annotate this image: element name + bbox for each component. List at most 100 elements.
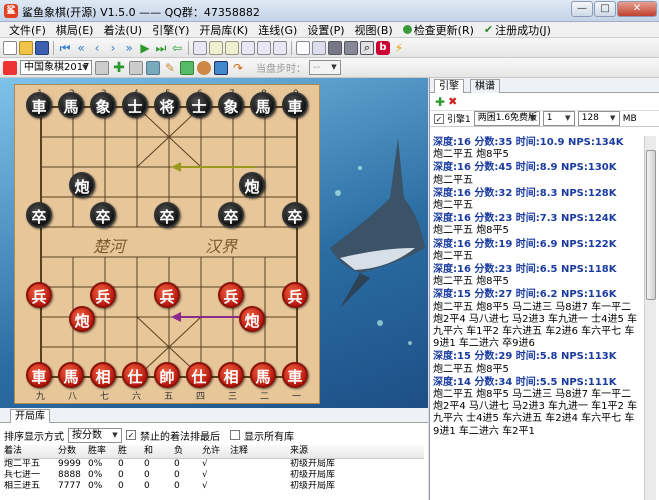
black-horse[interactable]: 馬 [250, 92, 276, 118]
menu-registered[interactable]: ✔ 注册成功(J) [479, 22, 556, 38]
forward-many-icon[interactable]: » [122, 41, 136, 55]
save-icon[interactable] [35, 40, 49, 55]
black-soldier[interactable]: 卒 [154, 202, 180, 228]
black-horse[interactable]: 馬 [58, 92, 84, 118]
person-icon[interactable] [197, 60, 211, 75]
black-general[interactable]: 将 [154, 92, 180, 118]
scrollbar-thumb[interactable] [646, 150, 656, 300]
grid-icon[interactable] [129, 60, 143, 75]
menu-game[interactable]: 棋局(E) [51, 22, 99, 38]
red-soldier[interactable]: 兵 [26, 282, 52, 308]
red-cannon[interactable]: 炮 [69, 306, 95, 332]
remove-engine-icon[interactable]: ✖ [448, 95, 457, 108]
black-cannon[interactable]: 炮 [69, 172, 95, 198]
b-icon[interactable]: b [376, 40, 390, 55]
table-row[interactable]: 相三进五 7777 0% 0 0 0 √ 初级开局库 [4, 481, 424, 492]
document2-icon[interactable] [273, 40, 287, 55]
back-many-icon[interactable]: « [74, 41, 88, 55]
red-elephant[interactable]: 相 [90, 362, 116, 388]
layout2-icon[interactable] [312, 40, 326, 55]
black-chariot[interactable]: 車 [26, 92, 52, 118]
forbid-last-checkbox[interactable]: ✓ [126, 430, 136, 440]
column-header[interactable]: 来源 [290, 445, 370, 458]
column-header[interactable]: 负 [174, 445, 202, 458]
black-elephant[interactable]: 象 [218, 92, 244, 118]
clipboard-icon[interactable] [241, 40, 255, 55]
black-soldier[interactable]: 卒 [26, 202, 52, 228]
column-header[interactable]: 和 [144, 445, 174, 458]
red-soldier[interactable]: 兵 [154, 282, 180, 308]
menu-settings[interactable]: 设置(P) [302, 22, 349, 38]
column-header[interactable]: 胜 [118, 445, 144, 458]
menu-view[interactable]: 视图(B) [350, 22, 398, 38]
column-header[interactable]: 分数 [58, 445, 88, 458]
redo-arrow-icon[interactable]: ↷ [231, 61, 245, 75]
add-engine-icon[interactable]: ✚ [435, 95, 445, 109]
layout1-icon[interactable] [296, 40, 310, 55]
copy-icon[interactable] [209, 40, 223, 55]
play-icon[interactable]: ▶ [138, 41, 152, 55]
layout4-icon[interactable] [344, 40, 358, 55]
zoom-icon[interactable]: ⌕ [360, 40, 374, 55]
undo-arrow-icon[interactable]: ⇦ [170, 41, 184, 55]
tab-opening-book[interactable]: 开局库 [10, 409, 50, 423]
red-soldier[interactable]: 兵 [90, 282, 116, 308]
table-row[interactable]: 兵七进一 8888 0% 0 0 0 √ 初级开局库 [4, 470, 424, 481]
book-icon[interactable] [214, 60, 228, 75]
red-soldier[interactable]: 兵 [218, 282, 244, 308]
tab-engine[interactable]: 引擎 [434, 79, 464, 93]
document-icon[interactable] [257, 40, 271, 55]
red-soldier[interactable]: 兵 [282, 282, 308, 308]
chess-board[interactable]: 1 2 3 4 5 6 7 8 9 九 八 七 六 五 四 三 二 一 楚河 汉… [14, 84, 320, 404]
menu-connect[interactable]: 连线(G) [253, 22, 302, 38]
ruleset-select[interactable]: 中国象棋2017 ▼ [20, 60, 92, 75]
last-move-icon[interactable]: ⏭ [154, 41, 168, 55]
first-move-icon[interactable]: ⏮ [58, 41, 72, 55]
black-soldier[interactable]: 卒 [218, 202, 244, 228]
menu-check-update[interactable]: 检查更新(R) [398, 22, 479, 38]
step-time-select[interactable]: -- ▼ [309, 60, 341, 75]
analysis-scrollbar[interactable] [644, 136, 656, 500]
column-header[interactable]: 允许 [202, 445, 230, 458]
edit-icon[interactable] [193, 40, 207, 55]
menu-opening-book[interactable]: 开局库(K) [194, 22, 253, 38]
sort-select[interactable]: 按分数 ▼ [68, 427, 122, 443]
menu-file[interactable]: 文件(F) [4, 22, 51, 38]
red-horse[interactable]: 馬 [58, 362, 84, 388]
table-row[interactable]: 炮二平五 9999 0% 0 0 0 √ 初级开局库 [4, 459, 424, 470]
hash-select[interactable]: 128 ▼ [577, 111, 620, 126]
back-icon[interactable]: ‹ [90, 41, 104, 55]
black-advisor[interactable]: 士 [186, 92, 212, 118]
black-soldier[interactable]: 卒 [90, 202, 116, 228]
image-icon[interactable] [146, 60, 160, 75]
column-header[interactable]: 胜率 [88, 445, 118, 458]
tool1-icon[interactable] [95, 60, 109, 75]
tab-game-record[interactable]: 棋谱 [470, 79, 500, 93]
black-advisor[interactable]: 士 [122, 92, 148, 118]
red-horse[interactable]: 馬 [250, 362, 276, 388]
red-advisor[interactable]: 仕 [186, 362, 212, 388]
menu-moves[interactable]: 着法(U) [98, 22, 147, 38]
red-chariot[interactable]: 車 [26, 362, 52, 388]
lightning-icon[interactable]: ⚡ [392, 41, 406, 55]
black-chariot[interactable]: 車 [282, 92, 308, 118]
close-button[interactable]: ✕ [617, 1, 657, 17]
black-elephant[interactable]: 象 [90, 92, 116, 118]
new-file-icon[interactable] [3, 40, 17, 55]
engine-select[interactable]: 两困1.6免费版 ▼ [473, 111, 540, 126]
column-header[interactable]: 着法 [4, 445, 58, 458]
forward-icon[interactable]: › [106, 41, 120, 55]
red-general[interactable]: 帥 [154, 362, 180, 388]
black-soldier[interactable]: 卒 [282, 202, 308, 228]
layout3-icon[interactable] [328, 40, 342, 55]
black-cannon[interactable]: 炮 [239, 172, 265, 198]
red-elephant[interactable]: 相 [218, 362, 244, 388]
red-advisor[interactable]: 仕 [122, 362, 148, 388]
open-folder-icon[interactable] [19, 40, 33, 55]
chart-icon[interactable] [180, 60, 194, 75]
menu-engine[interactable]: 引擎(Y) [147, 22, 194, 38]
maximize-button[interactable]: □ [594, 1, 616, 17]
add-icon[interactable]: ✚ [112, 61, 126, 75]
brush-icon[interactable]: ✎ [163, 61, 177, 75]
show-all-checkbox[interactable] [230, 430, 240, 440]
